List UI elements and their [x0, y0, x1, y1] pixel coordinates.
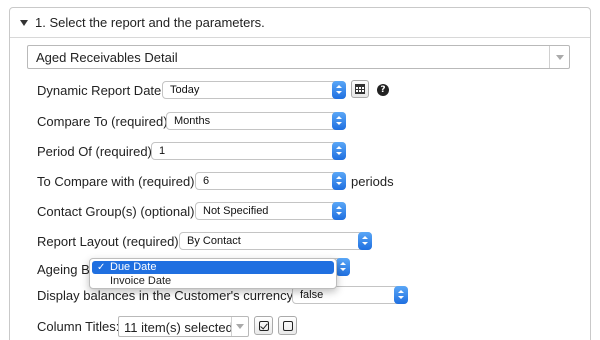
column-titles-arrow[interactable]: [231, 317, 248, 336]
checkmark-icon: ✓: [97, 262, 106, 273]
report-select[interactable]: Aged Receivables Detail: [27, 45, 570, 69]
report-select-arrow[interactable]: [549, 46, 569, 68]
select-stepper-icon: [358, 232, 372, 250]
dropdown-option-invoice-date[interactable]: Invoice Date: [92, 275, 334, 288]
select-stepper-icon: [332, 142, 346, 160]
check-all-icon: [258, 320, 269, 331]
dynamic-date-select[interactable]: Today: [162, 81, 346, 99]
to-compare-with-value: 6: [203, 175, 210, 187]
select-stepper-icon: [332, 202, 346, 220]
uncheck-all-icon: [282, 320, 293, 331]
select-all-button[interactable]: [254, 316, 273, 335]
select-stepper-icon: [332, 112, 346, 130]
collapse-triangle-icon[interactable]: [20, 20, 28, 26]
report-layout-select[interactable]: By Contact: [179, 232, 372, 250]
dynamic-date-value: Today: [170, 84, 200, 96]
select-stepper-icon: [332, 172, 346, 190]
period-of-value: 1: [159, 145, 166, 157]
calendar-button[interactable]: [351, 80, 369, 98]
contact-group-label: Contact Group(s) (optional): [37, 204, 195, 219]
help-icon[interactable]: ?: [377, 84, 389, 96]
select-stepper-icon: [332, 81, 346, 99]
ageing-by-label: Ageing By: [37, 262, 97, 277]
period-of-label: Period Of (required): [37, 144, 152, 159]
dynamic-date-label: Dynamic Report Date:: [37, 83, 165, 98]
chevron-down-icon: [236, 324, 244, 329]
panel-title: 1. Select the report and the parameters.: [35, 15, 265, 30]
period-of-select[interactable]: 1: [151, 142, 346, 160]
dropdown-option-due-date[interactable]: ✓ Due Date: [92, 261, 334, 274]
option-label: Invoice Date: [110, 275, 172, 287]
contact-group-select[interactable]: Not Specified: [195, 202, 346, 220]
display-currency-label: Display balances in the Customer's curre…: [37, 288, 297, 303]
column-titles-label: Column Titles:: [37, 319, 120, 334]
deselect-all-button[interactable]: [278, 316, 297, 335]
to-compare-with-label: To Compare with (required): [37, 174, 195, 189]
calendar-icon: [355, 84, 365, 94]
compare-to-label: Compare To (required): [37, 114, 168, 129]
select-stepper-icon: [394, 286, 408, 304]
compare-to-value: Months: [174, 115, 211, 127]
to-compare-with-select[interactable]: 6: [195, 172, 346, 190]
report-layout-value: By Contact: [187, 235, 241, 247]
report-layout-label: Report Layout (required): [37, 234, 179, 249]
ageing-by-dropdown-menu: ✓ Due Date Invoice Date: [89, 258, 337, 289]
contact-group-value: Not Specified: [203, 205, 269, 217]
chevron-down-icon: [555, 54, 564, 60]
periods-suffix: periods: [351, 174, 394, 189]
option-label: Due Date: [110, 261, 157, 273]
column-titles-multiselect[interactable]: 11 item(s) selected: [118, 316, 249, 337]
column-titles-value: 11 item(s) selected: [124, 320, 233, 335]
display-currency-value: false: [300, 289, 324, 301]
select-stepper-icon: [336, 258, 350, 276]
compare-to-select[interactable]: Months: [166, 112, 346, 130]
panel-header[interactable]: 1. Select the report and the parameters.: [10, 8, 590, 38]
report-select-value: Aged Receivables Detail: [36, 50, 178, 65]
